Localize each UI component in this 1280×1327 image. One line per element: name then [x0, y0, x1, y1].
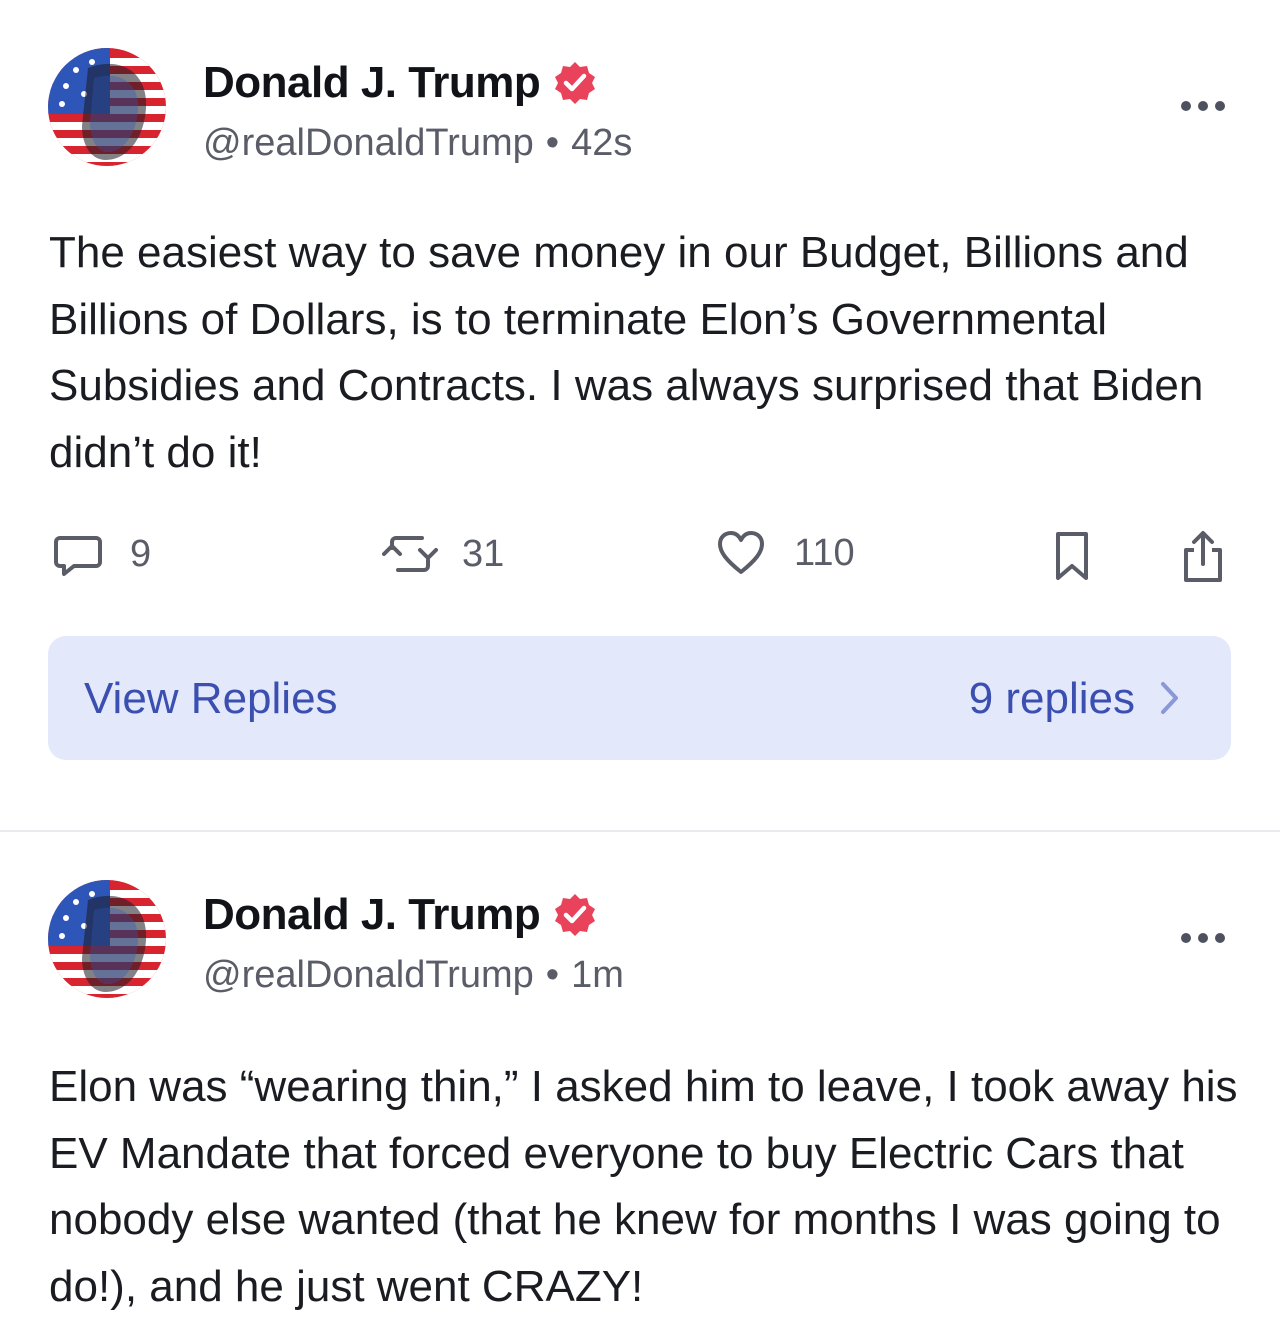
post-card: Donald J. Trump @realDonaldTrump • 42s The…: [0, 0, 1280, 830]
post-actions: 9 31 110: [0, 528, 1280, 588]
bookmark-button[interactable]: [1052, 530, 1092, 582]
author-avatar[interactable]: [48, 48, 166, 166]
view-replies-label: View Replies: [84, 674, 338, 723]
share-icon: [1184, 531, 1222, 582]
author-meta: @realDonaldTrump • 42s: [203, 122, 632, 165]
like-button[interactable]: 110: [716, 528, 855, 578]
author-handle[interactable]: @realDonaldTrump: [203, 954, 534, 996]
view-replies-bar[interactable]: View Replies 9 replies: [48, 636, 1231, 760]
author-display-name[interactable]: Donald J. Trump: [203, 58, 541, 108]
post-body: The easiest way to save money in our Bud…: [49, 228, 1204, 477]
verified-badge-icon: [552, 60, 598, 106]
post-card: Donald J. Trump @realDonaldTrump • 1m Elon…: [0, 832, 1280, 1327]
author-avatar[interactable]: [48, 880, 166, 998]
bookmark-icon: [1056, 532, 1088, 580]
post-timestamp[interactable]: 1m: [571, 954, 624, 996]
repost-count: 31: [462, 532, 505, 575]
reply-icon: [54, 536, 102, 576]
separator-dot: •: [545, 954, 560, 996]
verified-badge-icon: [552, 892, 598, 938]
more-options-icon[interactable]: [1178, 96, 1228, 116]
author-display-name[interactable]: Donald J. Trump: [203, 890, 541, 940]
separator-dot: •: [545, 122, 560, 164]
chevron-right-icon: [1161, 682, 1178, 714]
author-meta: @realDonaldTrump • 1m: [203, 954, 624, 997]
reply-count: 9: [130, 532, 152, 575]
like-count: 110: [794, 531, 855, 574]
post-timestamp[interactable]: 42s: [571, 122, 632, 164]
repost-button[interactable]: 31: [382, 528, 504, 580]
share-button[interactable]: [1180, 528, 1226, 584]
author-handle[interactable]: @realDonaldTrump: [203, 122, 534, 164]
author-name-row: Donald J. Trump: [203, 890, 598, 940]
heart-icon: [718, 531, 764, 574]
author-name-row: Donald J. Trump: [203, 58, 598, 108]
more-options-icon[interactable]: [1178, 928, 1228, 948]
post-body: Elon was “wearing thin,” I asked him to …: [49, 1062, 1238, 1311]
repost-icon: [382, 536, 438, 572]
replies-count-label: 9 replies: [968, 674, 1135, 723]
reply-button[interactable]: 9: [52, 528, 151, 580]
